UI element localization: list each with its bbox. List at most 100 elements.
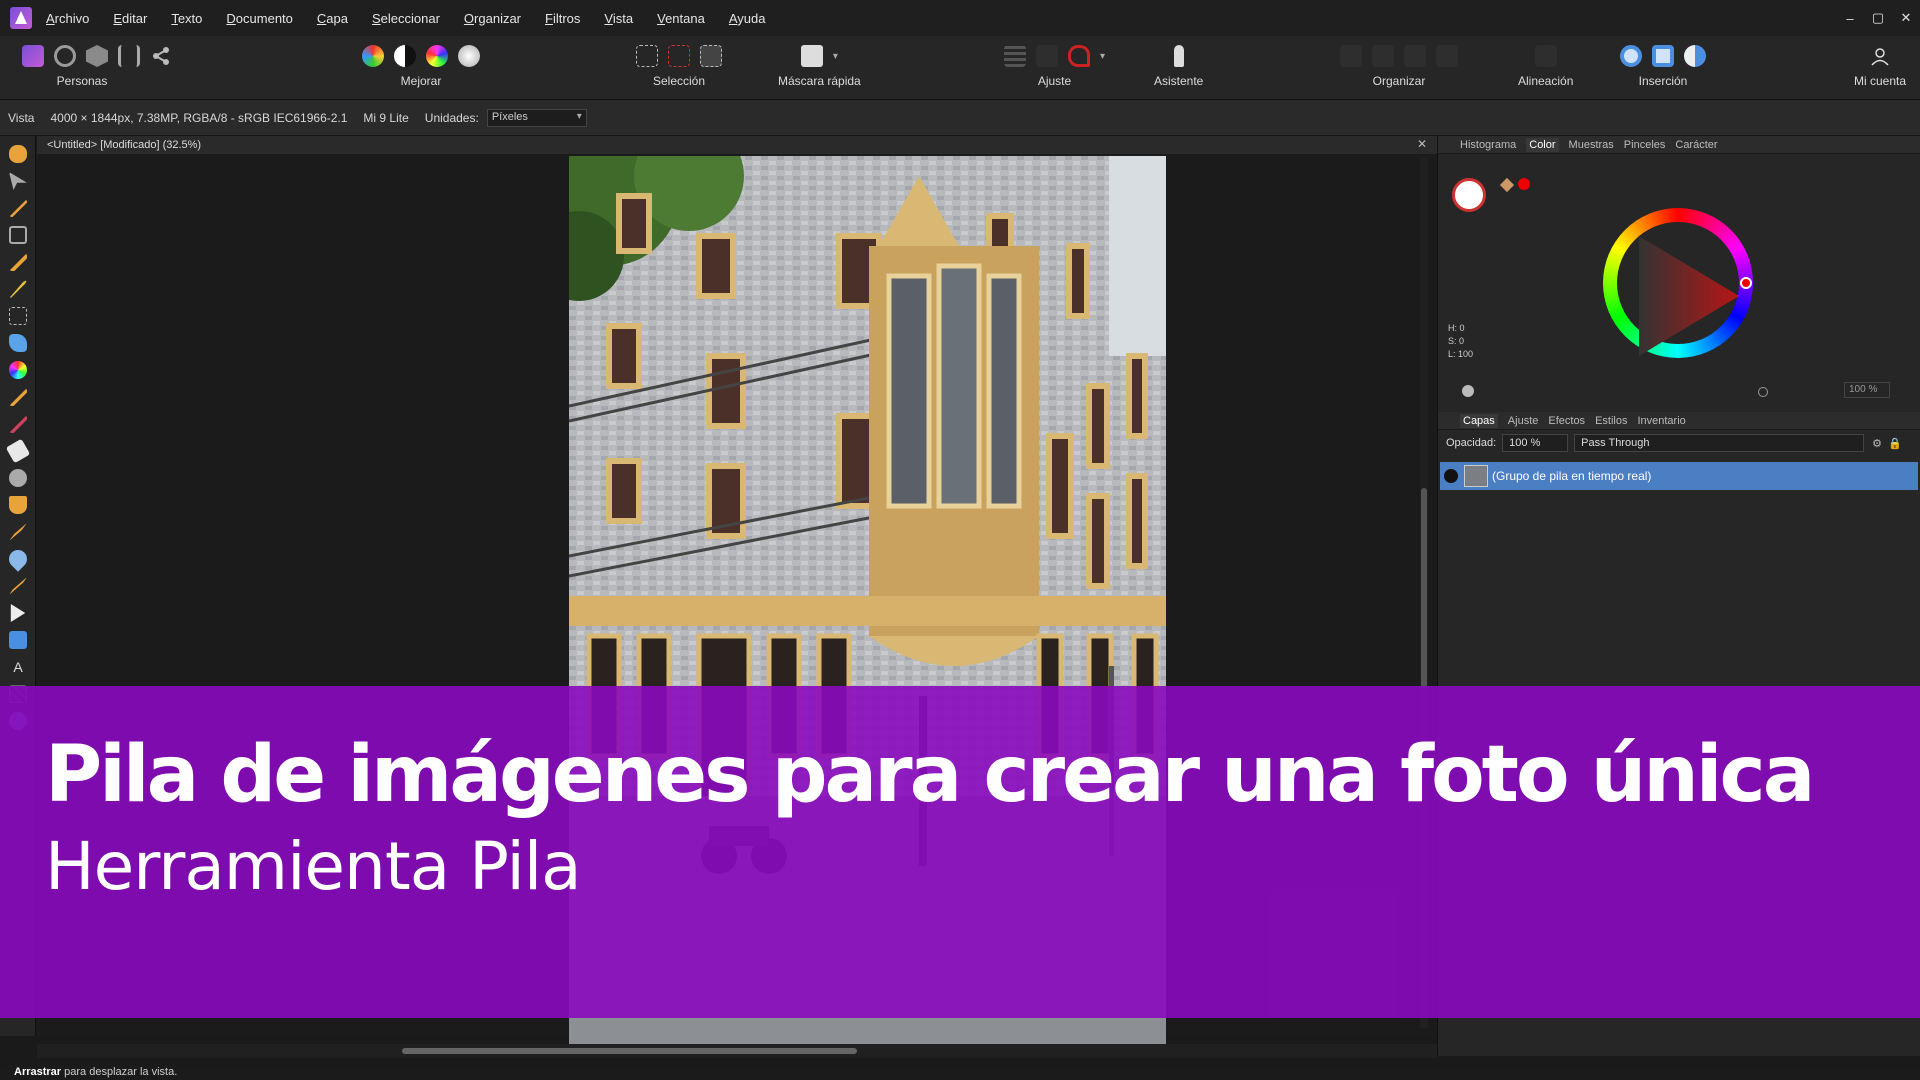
close-window-button[interactable]: ✕ <box>1892 10 1920 26</box>
quick-mask-dropdown-icon[interactable]: ▾ <box>833 51 838 62</box>
levels-icon[interactable] <box>362 45 384 67</box>
color-triangle[interactable] <box>1639 236 1739 356</box>
export-persona-icon[interactable] <box>150 45 172 67</box>
menu-ayuda[interactable]: Ayuda <box>729 11 766 26</box>
vertical-scroll-thumb[interactable] <box>1421 488 1427 688</box>
flood-fill-icon[interactable] <box>9 334 27 352</box>
alineacion-label: Alineación <box>1518 74 1574 88</box>
enhance-group: Mejorar <box>362 42 480 88</box>
color-brush-icon[interactable] <box>9 361 27 379</box>
selection-brush-icon[interactable] <box>9 253 27 271</box>
menu-archivo[interactable]: Archivo <box>46 11 89 26</box>
photo-persona-icon[interactable] <box>22 45 44 67</box>
marquee-tool-icon[interactable] <box>9 307 27 325</box>
eyedropper-icon[interactable] <box>1499 177 1515 193</box>
healing-brush-icon[interactable] <box>9 523 27 541</box>
mejorar-label: Mejorar <box>400 74 442 88</box>
tab-ajuste[interactable]: Ajuste <box>1508 415 1539 427</box>
tab-estilos[interactable]: Estilos <box>1595 415 1627 427</box>
smudge-tool-icon[interactable] <box>9 577 27 595</box>
move-tool-icon[interactable] <box>9 172 27 190</box>
horizontal-scrollbar[interactable] <box>37 1044 1437 1058</box>
user-icon[interactable] <box>1869 45 1891 67</box>
menu-editar[interactable]: Editar <box>113 11 147 26</box>
tab-caracter[interactable]: Carácter <box>1675 139 1717 151</box>
dodge-tool-icon[interactable] <box>9 469 27 487</box>
menu-vista[interactable]: Vista <box>604 11 633 26</box>
menu-ventana[interactable]: Ventana <box>657 11 705 26</box>
menu-seleccionar[interactable]: Seleccionar <box>372 11 440 26</box>
color-panel: H: 0 S: 0 L: 100 100 % <box>1438 154 1920 398</box>
insert-behind-icon[interactable] <box>1652 45 1674 67</box>
color-opacity-field[interactable]: 100 % <box>1844 382 1890 398</box>
text-tool-icon[interactable]: A <box>9 658 27 676</box>
blur-tool-icon[interactable] <box>5 546 31 572</box>
quick-mask-icon[interactable] <box>800 45 823 67</box>
menu-filtros[interactable]: Filtros <box>545 11 580 26</box>
rectangle-shape-icon[interactable] <box>9 631 27 649</box>
white-balance-icon[interactable] <box>458 45 480 67</box>
fill-stroke-swatch-icon[interactable] <box>1452 178 1486 212</box>
crop-tool-icon[interactable] <box>9 226 27 244</box>
magic-wand-icon[interactable] <box>9 280 27 298</box>
current-color-dot[interactable] <box>1518 178 1530 190</box>
hue-handle[interactable] <box>1740 277 1752 289</box>
layer-name[interactable]: (Grupo de pila en tiempo real) <box>1492 469 1651 483</box>
invert-selection-icon[interactable] <box>700 45 722 67</box>
document-tab[interactable]: <Untitled> [Modificado] (32.5%) ✕ <box>37 136 1437 154</box>
pixel-brush-icon[interactable] <box>9 415 27 433</box>
minimize-button[interactable]: – <box>1836 11 1864 26</box>
blend-mode-select[interactable]: Pass Through <box>1574 434 1865 452</box>
tab-pinceles[interactable]: Pinceles <box>1624 139 1666 151</box>
snapping-magnet-icon[interactable] <box>1068 45 1090 67</box>
color-balance-icon[interactable] <box>426 45 448 67</box>
maximize-button[interactable]: ▢ <box>1864 10 1892 26</box>
close-document-icon[interactable]: ✕ <box>1417 137 1427 151</box>
snapping-dropdown-icon[interactable]: ▾ <box>1100 51 1105 62</box>
tab-inventario[interactable]: Inventario <box>1637 415 1685 427</box>
selection-group: Selección <box>636 42 722 88</box>
develop-persona-icon[interactable] <box>86 45 108 67</box>
select-all-icon[interactable] <box>636 45 658 67</box>
camera-model: Mi 9 Lite <box>363 110 409 125</box>
expand-layer-icon[interactable] <box>1444 469 1458 483</box>
menu-capa[interactable]: Capa <box>317 11 348 26</box>
tab-efectos[interactable]: Efectos <box>1548 415 1585 427</box>
tab-capas[interactable]: Capas <box>1460 413 1498 428</box>
tab-histograma[interactable]: Histograma <box>1460 139 1516 151</box>
mi-cuenta-label[interactable]: Mi cuenta <box>1854 74 1906 88</box>
deselect-icon[interactable] <box>668 45 690 67</box>
hand-tool-icon[interactable] <box>9 145 27 163</box>
menu-documento[interactable]: Documento <box>226 11 292 26</box>
insert-top-icon[interactable] <box>1684 45 1706 67</box>
arrange-backward-icon <box>1372 45 1394 67</box>
color-wheel[interactable] <box>1603 208 1753 358</box>
layer-row[interactable]: (Grupo de pila en tiempo real) <box>1440 462 1918 490</box>
horizontal-scroll-thumb[interactable] <box>402 1048 857 1054</box>
eraser-icon[interactable] <box>5 438 31 464</box>
liquify-persona-icon[interactable] <box>54 45 76 67</box>
opacity-slider-handle[interactable] <box>1462 385 1474 397</box>
units-select[interactable]: Píxeles <box>486 108 587 127</box>
clone-stamp-icon[interactable] <box>9 496 27 514</box>
grid-icon[interactable] <box>1004 45 1026 67</box>
layer-opacity-field[interactable]: 100 % <box>1502 434 1569 452</box>
hsl-readout: H: 0 S: 0 L: 100 <box>1448 322 1473 361</box>
lock-icon[interactable]: 🔒 <box>1888 437 1902 450</box>
tone-mapping-persona-icon[interactable] <box>118 45 140 67</box>
color-picker-tool-icon[interactable] <box>9 199 27 217</box>
pen-tool-icon[interactable] <box>10 604 26 622</box>
organizar-label: Organizar <box>1372 74 1426 88</box>
paint-brush-icon[interactable] <box>9 388 27 406</box>
layer-settings-gear-icon[interactable]: ⚙ <box>1872 437 1882 450</box>
assistant-icon[interactable] <box>1173 45 1184 67</box>
menu-texto[interactable]: Texto <box>171 11 202 26</box>
tab-color[interactable]: Color <box>1526 137 1559 152</box>
tab-muestras[interactable]: Muestras <box>1569 139 1614 151</box>
lightness-value: L: 100 <box>1448 349 1474 359</box>
menu-organizar[interactable]: Organizar <box>464 11 521 26</box>
contrast-icon[interactable] <box>394 45 416 67</box>
app-logo-icon <box>10 7 32 29</box>
saturation-value: S: 0 <box>1448 336 1465 346</box>
insert-inside-icon[interactable] <box>1620 45 1642 67</box>
